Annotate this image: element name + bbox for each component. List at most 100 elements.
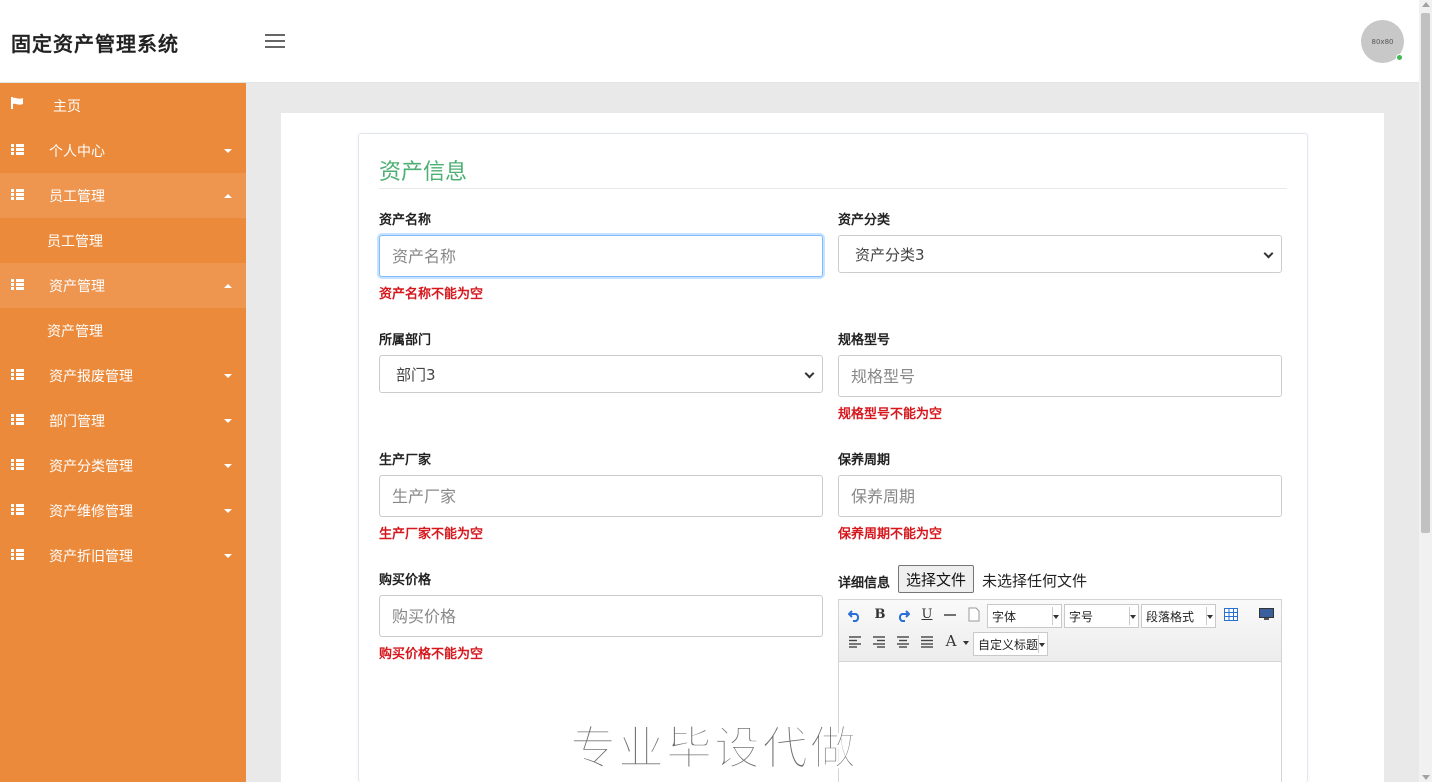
sidebar: 主页 个人中心 员工管理 员工管理 资产管理 资产管理 资产报废管理 部门管理 … (0, 83, 246, 782)
bold-button[interactable]: B (873, 607, 887, 623)
caret-down-icon (224, 554, 232, 558)
sidebar-subitem-employee[interactable]: 员工管理 (0, 218, 246, 263)
align-right-icon[interactable] (872, 636, 886, 648)
caret-down-icon[interactable] (963, 641, 969, 645)
preview-icon[interactable] (1259, 608, 1274, 621)
sidebar-item-employee[interactable]: 员工管理 (0, 173, 246, 218)
sidebar-item-asset[interactable]: 资产管理 (0, 263, 246, 308)
department-select[interactable]: 部门3 (379, 355, 823, 393)
align-center-icon[interactable] (896, 636, 910, 648)
maintenance-period-error: 保养周期不能为空 (838, 527, 943, 542)
font-color-button[interactable]: A (944, 633, 958, 649)
caret-down-icon (1053, 615, 1059, 619)
spec-model-error: 规格型号不能为空 (838, 407, 943, 422)
caret-down-icon (1207, 615, 1213, 619)
underline-button[interactable]: U (920, 607, 934, 623)
grid-icon (11, 504, 24, 515)
grid-icon (11, 279, 24, 290)
caret-up-icon (224, 284, 232, 288)
caret-down-icon (224, 149, 232, 153)
sidebar-item-label: 个人中心 (49, 144, 105, 160)
redo-icon[interactable] (896, 608, 910, 622)
purchase-price-error: 购买价格不能为空 (379, 647, 484, 662)
manufacturer-input[interactable] (379, 475, 823, 517)
sidebar-item-label: 资产分类管理 (49, 459, 133, 475)
maintenance-period-label: 保养周期 (838, 453, 891, 468)
sidebar-item-asset-category[interactable]: 资产分类管理 (0, 443, 246, 488)
editor-toolbar: B U 字体 字号 段落格式 A 自定义标题 (839, 600, 1281, 662)
avatar[interactable]: 80x80 (1361, 20, 1404, 63)
scroll-up-icon[interactable] (1422, 2, 1430, 7)
department-label: 所属部门 (379, 333, 432, 348)
sidebar-item-asset-depreciation[interactable]: 资产折旧管理 (0, 533, 246, 578)
asset-name-input[interactable] (379, 235, 823, 277)
spec-model-input[interactable] (838, 355, 1282, 397)
asset-name-error: 资产名称不能为空 (379, 287, 484, 302)
sidebar-item-asset-repair[interactable]: 资产维修管理 (0, 488, 246, 533)
manufacturer-error: 生产厂家不能为空 (379, 527, 484, 542)
font-family-select[interactable]: 字体 (987, 604, 1062, 628)
grid-icon (11, 144, 24, 155)
sidebar-item-label: 员工管理 (49, 189, 105, 205)
scroll-thumb[interactable] (1421, 13, 1430, 533)
asset-category-select[interactable]: 资产分类3 (838, 235, 1282, 273)
sidebar-item-label: 资产管理 (49, 279, 105, 295)
flag-icon (11, 97, 23, 109)
paragraph-format-select[interactable]: 段落格式 (1141, 604, 1216, 628)
purchase-price-input[interactable] (379, 595, 823, 637)
grid-icon (11, 189, 24, 200)
caret-down-icon (1130, 615, 1136, 619)
purchase-price-label: 购买价格 (379, 573, 432, 588)
top-header: 固定资产管理系统 80x80 (0, 0, 1419, 83)
table-icon[interactable] (1224, 608, 1238, 621)
align-left-icon[interactable] (848, 636, 862, 648)
page-scrollbar[interactable] (1419, 0, 1432, 782)
manufacturer-label: 生产厂家 (379, 453, 432, 468)
horizontal-rule-icon[interactable] (943, 608, 957, 622)
custom-title-select[interactable]: 自定义标题 (973, 632, 1048, 656)
caret-up-icon (224, 194, 232, 198)
maintenance-period-input[interactable] (838, 475, 1282, 517)
rich-text-editor: B U 字体 字号 段落格式 A 自定义标题 (838, 599, 1282, 782)
scroll-down-icon[interactable] (1422, 775, 1430, 780)
watermark: 专业毕设代做 (570, 721, 858, 776)
caret-down-icon (224, 419, 232, 423)
grid-icon (11, 414, 24, 425)
grid-icon (11, 459, 24, 470)
sidebar-item-label: 资产折旧管理 (49, 549, 133, 565)
file-status-text: 未选择任何文件 (982, 572, 1088, 590)
sidebar-item-label: 资产维修管理 (49, 504, 133, 520)
asset-category-value: 资产分类3 (855, 245, 925, 264)
align-justify-icon[interactable] (920, 636, 934, 648)
caret-down-icon (224, 509, 232, 513)
chevron-down-icon (1263, 248, 1274, 259)
sidebar-subitem-asset[interactable]: 资产管理 (0, 308, 246, 353)
sidebar-item-profile[interactable]: 个人中心 (0, 128, 246, 173)
caret-down-icon (224, 374, 232, 378)
app-title: 固定资产管理系统 (11, 32, 179, 56)
asset-form-card: 资产信息 资产名称 资产名称不能为空 资产分类 资产分类3 所属部门 部门3 规… (358, 133, 1308, 782)
sidebar-item-department[interactable]: 部门管理 (0, 398, 246, 443)
grid-icon (11, 549, 24, 560)
caret-down-icon (224, 464, 232, 468)
spec-model-label: 规格型号 (838, 333, 891, 348)
page-icon[interactable] (968, 607, 980, 622)
choose-file-button[interactable]: 选择文件 (898, 565, 975, 593)
page-title: 资产信息 (379, 160, 468, 185)
chevron-down-icon (804, 368, 815, 379)
font-size-select[interactable]: 字号 (1064, 604, 1139, 628)
online-status-dot (1396, 54, 1403, 61)
avatar-text: 80x80 (1371, 37, 1394, 46)
menu-toggle-icon[interactable] (265, 34, 285, 48)
asset-name-label: 资产名称 (379, 213, 432, 228)
sidebar-item-asset-scrap[interactable]: 资产报废管理 (0, 353, 246, 398)
department-value: 部门3 (396, 365, 436, 384)
details-label: 详细信息 (838, 576, 891, 591)
asset-category-label: 资产分类 (838, 213, 891, 228)
sidebar-item-home[interactable]: 主页 (0, 83, 246, 128)
sidebar-item-label: 资产报废管理 (49, 369, 133, 385)
undo-icon[interactable] (848, 608, 862, 622)
sidebar-item-label: 部门管理 (49, 414, 105, 430)
sidebar-item-label: 主页 (53, 99, 81, 115)
grid-icon (11, 369, 24, 380)
